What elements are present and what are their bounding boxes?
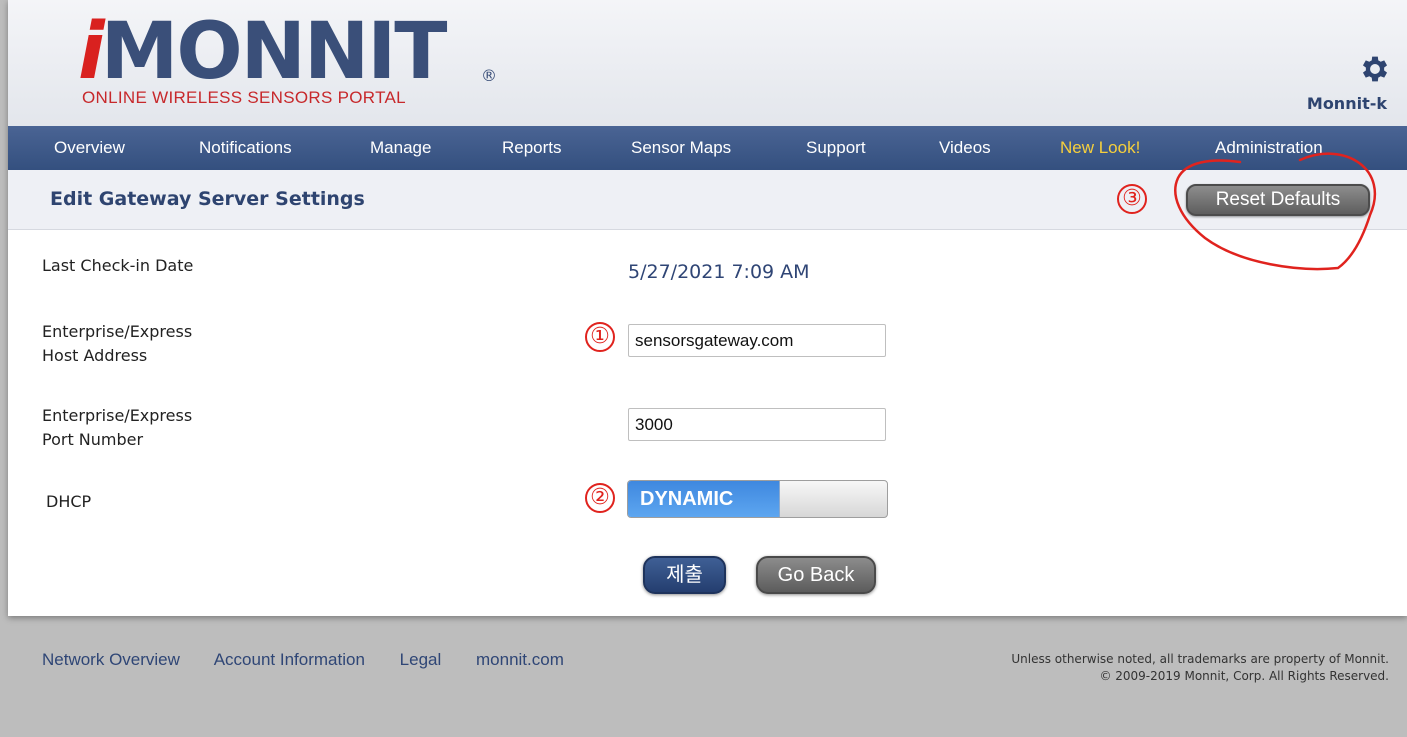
port-number-input[interactable]: 3000	[628, 408, 886, 441]
footer-legal-line1: Unless otherwise noted, all trademarks a…	[1011, 652, 1389, 666]
footer-links: Network Overview Account Information Leg…	[42, 650, 594, 670]
nav-item-support[interactable]: Support	[806, 138, 866, 158]
footer-link-legal[interactable]: Legal	[400, 650, 442, 669]
submit-button[interactable]: 제출	[643, 556, 726, 594]
dhcp-label: DHCP	[46, 492, 92, 511]
logo-wordmark: MONNIT	[100, 7, 448, 97]
footer-link-network-overview[interactable]: Network Overview	[42, 650, 180, 669]
host-address-label: Enterprise/Express Host Address	[42, 320, 192, 368]
footer-link-monnit-com[interactable]: monnit.com	[476, 650, 564, 669]
gear-icon[interactable]	[1358, 52, 1392, 86]
nav-item-overview[interactable]: Overview	[54, 138, 125, 158]
dhcp-state-label: DYNAMIC	[628, 481, 780, 517]
nav-item-sensor-maps[interactable]: Sensor Maps	[631, 138, 731, 158]
nav-item-videos[interactable]: Videos	[939, 138, 991, 158]
go-back-button[interactable]: Go Back	[756, 556, 876, 594]
footer-legal-text: Unless otherwise noted, all trademarks a…	[1011, 651, 1389, 685]
account-name[interactable]: Monnit-k	[1307, 94, 1387, 113]
nav-item-notifications[interactable]: Notifications	[199, 138, 292, 158]
page-title: Edit Gateway Server Settings	[50, 188, 365, 210]
main-nav: Overview Notifications Manage Reports Se…	[8, 126, 1407, 170]
logo-text: iMONNIT	[76, 12, 448, 92]
checkin-date-label: Last Check-in Date	[42, 256, 194, 275]
reset-defaults-button[interactable]: Reset Defaults	[1186, 184, 1370, 216]
monnit-logo[interactable]: i iMONNIT ® ONLINE WIRELESS SENSORS PORT…	[76, 12, 516, 112]
nav-item-manage[interactable]: Manage	[370, 138, 431, 158]
footer-link-account-information[interactable]: Account Information	[214, 650, 365, 669]
port-number-label-line2: Port Number	[42, 430, 144, 449]
annotation-marker-3: ③	[1117, 184, 1147, 214]
port-number-label-line1: Enterprise/Express	[42, 406, 193, 425]
host-address-label-line1: Enterprise/Express	[42, 322, 193, 341]
page-title-bar: Edit Gateway Server Settings ③ Reset Def…	[8, 170, 1407, 230]
annotation-marker-1: ①	[585, 322, 615, 352]
footer-legal-line2: © 2009-2019 Monnit, Corp. All Rights Res…	[1099, 669, 1389, 683]
checkin-date-value: 5/27/2021 7:09 AM	[628, 261, 810, 283]
nav-item-administration[interactable]: Administration	[1215, 138, 1323, 158]
logo-tagline: ONLINE WIRELESS SENSORS PORTAL	[82, 88, 406, 107]
annotation-marker-2: ②	[585, 483, 615, 513]
nav-item-new-look[interactable]: New Look!	[1060, 138, 1140, 158]
site-header: i iMONNIT ® ONLINE WIRELESS SENSORS PORT…	[8, 0, 1407, 126]
page-container: i iMONNIT ® ONLINE WIRELESS SENSORS PORT…	[8, 0, 1407, 616]
host-address-label-line2: Host Address	[42, 346, 148, 365]
logo-registered-mark: ®	[481, 66, 497, 85]
nav-item-reports[interactable]: Reports	[502, 138, 562, 158]
port-number-label: Enterprise/Express Port Number	[42, 404, 192, 452]
host-address-input[interactable]: sensorsgateway.com	[628, 324, 886, 357]
dhcp-toggle[interactable]: DYNAMIC	[627, 480, 888, 518]
